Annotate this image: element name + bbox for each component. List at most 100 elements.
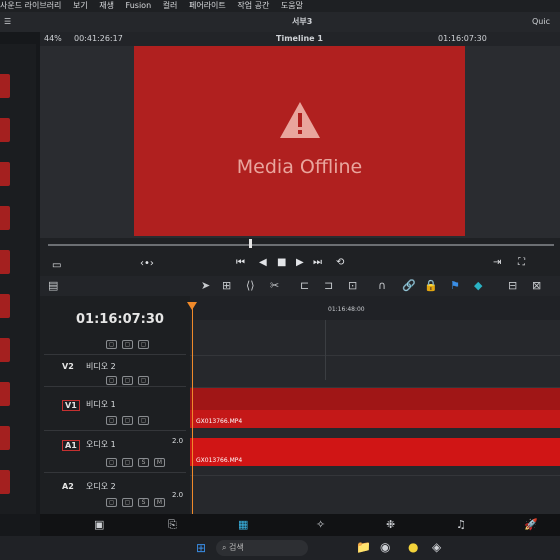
track-divider	[190, 354, 560, 356]
auto-track-icon[interactable]: ▢	[122, 416, 133, 425]
lock-icon[interactable]: ◻	[106, 340, 117, 349]
insert-clip-icon[interactable]: ⊏	[300, 279, 309, 292]
layout-icon[interactable]: ▤	[48, 279, 58, 292]
lock-icon[interactable]: 🔒	[424, 279, 438, 292]
timeline-playhead[interactable]	[192, 304, 193, 518]
lock-icon[interactable]: ◻	[106, 416, 117, 425]
play-reverse-icon[interactable]: ◀	[259, 257, 267, 268]
blade-tool-icon[interactable]: ✂	[270, 279, 279, 292]
solo-button[interactable]: S	[138, 458, 149, 467]
media-clip-thumbnail[interactable]	[0, 294, 10, 318]
menu-item-playback[interactable]: 재생	[99, 1, 114, 10]
menu-item-workspace[interactable]: 작업 공간	[237, 1, 269, 10]
track-name: 비디오 1	[86, 400, 116, 409]
deliver-page-icon[interactable]: 🚀	[524, 518, 538, 531]
track-header-a1[interactable]: A1 오디오 1 2.0 ◻ ▢ S M	[44, 436, 186, 473]
fullscreen-icon[interactable]: ⛶	[518, 257, 525, 268]
menu-item-color[interactable]: 컬러	[163, 1, 178, 10]
snapping-icon[interactable]: ∩	[378, 279, 386, 292]
media-clip-thumbnail[interactable]	[0, 118, 10, 142]
resolve-icon[interactable]: ◈	[432, 540, 441, 554]
menu-item-fusion[interactable]: Fusion	[126, 1, 152, 10]
quick-export-button[interactable]: Quic	[532, 12, 550, 32]
track-id: V2	[62, 362, 74, 371]
media-clip-thumbnail[interactable]	[0, 206, 10, 230]
go-to-end-icon[interactable]: ⏭	[313, 257, 322, 268]
match-frame-icon[interactable]: ⇥	[493, 257, 501, 268]
media-clip-thumbnail[interactable]	[0, 338, 10, 362]
auto-track-icon[interactable]: ▢	[122, 498, 133, 507]
play-icon[interactable]: ▶	[296, 257, 304, 268]
fairlight-page-icon[interactable]: ♫	[456, 518, 466, 531]
project-title: 서부3	[292, 17, 313, 26]
lock-icon[interactable]: ◻	[106, 498, 117, 507]
media-clip-thumbnail[interactable]	[0, 470, 10, 494]
zoom-detail-icon[interactable]: ⊠	[532, 279, 541, 292]
fusion-page-icon[interactable]: ✧	[316, 518, 325, 531]
media-clip-thumbnail[interactable]	[0, 382, 10, 406]
solo-button[interactable]: S	[138, 498, 149, 507]
timeline-ruler[interactable]	[190, 296, 560, 321]
track-header-v2[interactable]: V2 비디오 2 ◻ ▢ ▢	[44, 356, 186, 387]
taskbar-search[interactable]: ⌕ 검색	[216, 540, 308, 556]
mute-button[interactable]: M	[154, 498, 165, 507]
media-clip-thumbnail[interactable]	[0, 162, 10, 186]
marker-icon[interactable]: ◆	[474, 279, 482, 292]
viewer-options-icon[interactable]: ▭	[52, 260, 61, 271]
audio-clip[interactable]	[190, 438, 560, 466]
menu-item-help[interactable]: 도움말	[281, 1, 303, 10]
track-name: 오디오 1	[86, 440, 116, 449]
zoom-full-icon[interactable]: ⊟	[508, 279, 517, 292]
kakaotalk-icon[interactable]: ●	[408, 540, 418, 554]
auto-track-icon[interactable]: ▢	[122, 376, 133, 385]
selection-tool-icon[interactable]: ➤	[201, 279, 210, 292]
viewer-playhead[interactable]	[249, 239, 252, 248]
grid-line	[325, 320, 326, 380]
start-icon[interactable]: ⊞	[196, 541, 206, 555]
media-page-icon[interactable]: ▣	[94, 518, 104, 531]
mute-button[interactable]: M	[154, 458, 165, 467]
visibility-icon[interactable]: ▢	[138, 376, 149, 385]
search-placeholder: 검색	[229, 543, 244, 552]
track-id[interactable]: A1	[62, 440, 80, 451]
link-icon[interactable]: 🔗	[402, 279, 416, 292]
explorer-icon[interactable]: 📁	[356, 540, 371, 554]
lock-icon[interactable]: ◻	[106, 376, 117, 385]
zoom-level[interactable]: 44%	[44, 32, 62, 46]
track-header-v1[interactable]: V1 비디오 1 ◻ ▢ ▢	[44, 394, 186, 431]
media-offline-message: Media Offline	[236, 156, 363, 178]
stop-icon[interactable]: ■	[277, 257, 286, 268]
visibility-icon[interactable]: ▢	[138, 340, 149, 349]
loop-icon[interactable]: ⟲	[336, 257, 344, 268]
visibility-icon[interactable]: ▢	[138, 416, 149, 425]
media-clip-thumbnail[interactable]	[0, 426, 10, 450]
edit-page-icon[interactable]: ▦	[238, 518, 248, 531]
auto-track-icon[interactable]: ▢	[122, 458, 133, 467]
track-header-a2[interactable]: A2 오디오 2 2.0 ◻ ▢ S M	[44, 476, 186, 515]
timeline-timecode: 01:16:07:30	[76, 312, 164, 327]
lock-icon[interactable]: ◻	[106, 458, 117, 467]
jog-icon[interactable]: ‹•›	[140, 258, 154, 269]
go-to-start-icon[interactable]: ⏮	[236, 257, 245, 268]
top-toolbar: ☰ 서부3 Quic	[0, 12, 560, 32]
media-clip-thumbnail[interactable]	[0, 250, 10, 274]
menu-item-view[interactable]: 보기	[73, 1, 88, 10]
auto-track-icon[interactable]: ▢	[122, 340, 133, 349]
trim-tool-icon[interactable]: ⊞	[222, 279, 231, 292]
menu-item-sound-library[interactable]: 사운드 라이브러리	[0, 1, 61, 10]
media-pool-icon[interactable]: ☰	[4, 12, 11, 32]
track-id[interactable]: V1	[62, 400, 80, 411]
color-page-icon[interactable]: ❉	[386, 518, 395, 531]
media-clip-thumbnail[interactable]	[0, 74, 10, 98]
dynamic-trim-icon[interactable]: ⟨⟩	[246, 279, 255, 292]
flag-icon[interactable]: ⚑	[450, 279, 460, 292]
warning-icon	[278, 100, 322, 144]
overwrite-clip-icon[interactable]: ⊐	[324, 279, 333, 292]
cut-page-icon[interactable]: ⎘	[168, 518, 177, 532]
replace-clip-icon[interactable]: ⊡	[348, 279, 357, 292]
timeline-selector[interactable]: Timeline 1	[276, 32, 323, 46]
scrub-bar[interactable]	[48, 244, 554, 246]
menu-bar: 사운드 라이브러리 보기 재생 Fusion 컬러 페어라이트 작업 공간 도움…	[0, 0, 560, 12]
menu-item-fairlight[interactable]: 페어라이트	[189, 1, 226, 10]
chrome-icon[interactable]: ◉	[380, 540, 390, 554]
